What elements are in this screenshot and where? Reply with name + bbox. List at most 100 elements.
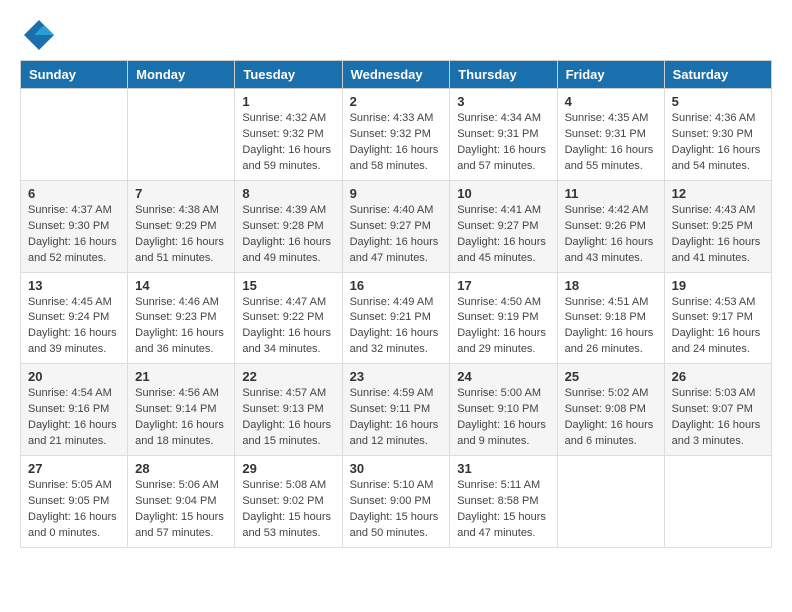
day-info: Sunrise: 5:11 AMSunset: 8:58 PMDaylight:… (457, 478, 549, 542)
day-info: Sunrise: 4:34 AMSunset: 9:31 PMDaylight:… (457, 111, 549, 175)
calendar-header-friday: Friday (557, 61, 664, 89)
day-number: 28 (135, 461, 227, 476)
day-number: 18 (565, 278, 657, 293)
calendar-week-row: 1 Sunrise: 4:32 AMSunset: 9:32 PMDaylight… (21, 89, 772, 181)
calendar-cell: 12 Sunrise: 4:43 AMSunset: 9:25 PMDayligh… (664, 180, 771, 272)
day-number: 22 (242, 369, 334, 384)
calendar-cell: 28 Sunrise: 5:06 AMSunset: 9:04 PMDayligh… (128, 456, 235, 548)
day-number: 4 (565, 94, 657, 109)
calendar-cell: 25 Sunrise: 5:02 AMSunset: 9:08 PMDayligh… (557, 364, 664, 456)
calendar-cell (128, 89, 235, 181)
calendar-cell: 6 Sunrise: 4:37 AMSunset: 9:30 PMDaylight… (21, 180, 128, 272)
calendar-cell: 13 Sunrise: 4:45 AMSunset: 9:24 PMDayligh… (21, 272, 128, 364)
calendar-cell (664, 456, 771, 548)
day-info: Sunrise: 4:41 AMSunset: 9:27 PMDaylight:… (457, 203, 549, 267)
day-info: Sunrise: 4:49 AMSunset: 9:21 PMDaylight:… (350, 295, 443, 359)
calendar-header-row: SundayMondayTuesdayWednesdayThursdayFrid… (21, 61, 772, 89)
day-info: Sunrise: 4:46 AMSunset: 9:23 PMDaylight:… (135, 295, 227, 359)
day-info: Sunrise: 5:02 AMSunset: 9:08 PMDaylight:… (565, 386, 657, 450)
logo-icon (24, 20, 54, 50)
calendar-cell: 29 Sunrise: 5:08 AMSunset: 9:02 PMDayligh… (235, 456, 342, 548)
logo (20, 20, 54, 50)
day-number: 14 (135, 278, 227, 293)
day-number: 5 (672, 94, 764, 109)
page-header (20, 20, 772, 50)
calendar-cell: 2Sunrise: 4:33 AMSunset: 9:32 PMDaylight… (342, 89, 450, 181)
day-number: 8 (242, 186, 334, 201)
day-number: 11 (565, 186, 657, 201)
calendar-cell: 31 Sunrise: 5:11 AMSunset: 8:58 PMDayligh… (450, 456, 557, 548)
day-info: Sunrise: 4:56 AMSunset: 9:14 PMDaylight:… (135, 386, 227, 450)
day-number: 1 (242, 94, 334, 109)
day-info: Sunrise: 4:59 AMSunset: 9:11 PMDaylight:… (350, 386, 443, 450)
calendar-cell: 11 Sunrise: 4:42 AMSunset: 9:26 PMDayligh… (557, 180, 664, 272)
day-info: Sunrise: 4:43 AMSunset: 9:25 PMDaylight:… (672, 203, 764, 267)
day-info: Sunrise: 5:05 AMSunset: 9:05 PMDaylight:… (28, 478, 120, 542)
day-number: 27 (28, 461, 120, 476)
day-info: Sunrise: 5:00 AMSunset: 9:10 PMDaylight:… (457, 386, 549, 450)
calendar-header-thursday: Thursday (450, 61, 557, 89)
calendar-cell: 26 Sunrise: 5:03 AMSunset: 9:07 PMDayligh… (664, 364, 771, 456)
day-number: 29 (242, 461, 334, 476)
calendar-cell: 21 Sunrise: 4:56 AMSunset: 9:14 PMDayligh… (128, 364, 235, 456)
day-info: Sunrise: 4:42 AMSunset: 9:26 PMDaylight:… (565, 203, 657, 267)
day-number: 21 (135, 369, 227, 384)
day-info: Sunrise: 4:33 AMSunset: 9:32 PMDaylight:… (350, 111, 443, 175)
day-info: Sunrise: 5:03 AMSunset: 9:07 PMDaylight:… (672, 386, 764, 450)
day-info: Sunrise: 4:54 AMSunset: 9:16 PMDaylight:… (28, 386, 120, 450)
calendar-cell: 19Sunrise: 4:53 AMSunset: 9:17 PMDayligh… (664, 272, 771, 364)
day-number: 31 (457, 461, 549, 476)
day-number: 6 (28, 186, 120, 201)
calendar-cell: 22 Sunrise: 4:57 AMSunset: 9:13 PMDayligh… (235, 364, 342, 456)
calendar-header-monday: Monday (128, 61, 235, 89)
calendar-cell: 1 Sunrise: 4:32 AMSunset: 9:32 PMDaylight… (235, 89, 342, 181)
calendar-header-tuesday: Tuesday (235, 61, 342, 89)
calendar-week-row: 13 Sunrise: 4:45 AMSunset: 9:24 PMDayligh… (21, 272, 772, 364)
day-number: 17 (457, 278, 549, 293)
day-info: Sunrise: 5:10 AMSunset: 9:00 PMDaylight:… (350, 478, 443, 542)
day-info: Sunrise: 4:37 AMSunset: 9:30 PMDaylight:… (28, 203, 120, 267)
calendar-cell: 23 Sunrise: 4:59 AMSunset: 9:11 PMDayligh… (342, 364, 450, 456)
day-info: Sunrise: 4:53 AMSunset: 9:17 PMDaylight:… (672, 295, 764, 359)
day-info: Sunrise: 4:36 AMSunset: 9:30 PMDaylight:… (672, 111, 764, 175)
calendar-cell: 16 Sunrise: 4:49 AMSunset: 9:21 PMDayligh… (342, 272, 450, 364)
day-number: 25 (565, 369, 657, 384)
day-number: 3 (457, 94, 549, 109)
calendar-header-wednesday: Wednesday (342, 61, 450, 89)
day-number: 12 (672, 186, 764, 201)
day-info: Sunrise: 4:45 AMSunset: 9:24 PMDaylight:… (28, 295, 120, 359)
day-info: Sunrise: 4:47 AMSunset: 9:22 PMDaylight:… (242, 295, 334, 359)
calendar-cell: 24 Sunrise: 5:00 AMSunset: 9:10 PMDayligh… (450, 364, 557, 456)
day-number: 13 (28, 278, 120, 293)
calendar-week-row: 27 Sunrise: 5:05 AMSunset: 9:05 PMDayligh… (21, 456, 772, 548)
day-number: 7 (135, 186, 227, 201)
calendar-table: SundayMondayTuesdayWednesdayThursdayFrid… (20, 60, 772, 548)
day-number: 10 (457, 186, 549, 201)
calendar-cell: 14 Sunrise: 4:46 AMSunset: 9:23 PMDayligh… (128, 272, 235, 364)
calendar-cell: 4Sunrise: 4:35 AMSunset: 9:31 PMDaylight… (557, 89, 664, 181)
day-info: Sunrise: 4:57 AMSunset: 9:13 PMDaylight:… (242, 386, 334, 450)
calendar-cell (21, 89, 128, 181)
day-info: Sunrise: 4:50 AMSunset: 9:19 PMDaylight:… (457, 295, 549, 359)
calendar-header-saturday: Saturday (664, 61, 771, 89)
calendar-cell: 10 Sunrise: 4:41 AMSunset: 9:27 PMDayligh… (450, 180, 557, 272)
day-number: 26 (672, 369, 764, 384)
calendar-cell: 27 Sunrise: 5:05 AMSunset: 9:05 PMDayligh… (21, 456, 128, 548)
calendar-cell: 7Sunrise: 4:38 AMSunset: 9:29 PMDaylight… (128, 180, 235, 272)
calendar-cell: 8Sunrise: 4:39 AMSunset: 9:28 PMDaylight… (235, 180, 342, 272)
calendar-header-sunday: Sunday (21, 61, 128, 89)
calendar-week-row: 6 Sunrise: 4:37 AMSunset: 9:30 PMDaylight… (21, 180, 772, 272)
calendar-cell (557, 456, 664, 548)
day-number: 16 (350, 278, 443, 293)
day-info: Sunrise: 5:08 AMSunset: 9:02 PMDaylight:… (242, 478, 334, 542)
day-number: 23 (350, 369, 443, 384)
calendar-cell: 18 Sunrise: 4:51 AMSunset: 9:18 PMDayligh… (557, 272, 664, 364)
calendar-cell: 9Sunrise: 4:40 AMSunset: 9:27 PMDaylight… (342, 180, 450, 272)
calendar-cell: 3 Sunrise: 4:34 AMSunset: 9:31 PMDaylight… (450, 89, 557, 181)
day-info: Sunrise: 4:32 AMSunset: 9:32 PMDaylight:… (242, 111, 334, 175)
day-number: 24 (457, 369, 549, 384)
calendar-cell: 15Sunrise: 4:47 AMSunset: 9:22 PMDayligh… (235, 272, 342, 364)
day-info: Sunrise: 5:06 AMSunset: 9:04 PMDaylight:… (135, 478, 227, 542)
calendar-cell: 30Sunrise: 5:10 AMSunset: 9:00 PMDayligh… (342, 456, 450, 548)
day-info: Sunrise: 4:51 AMSunset: 9:18 PMDaylight:… (565, 295, 657, 359)
